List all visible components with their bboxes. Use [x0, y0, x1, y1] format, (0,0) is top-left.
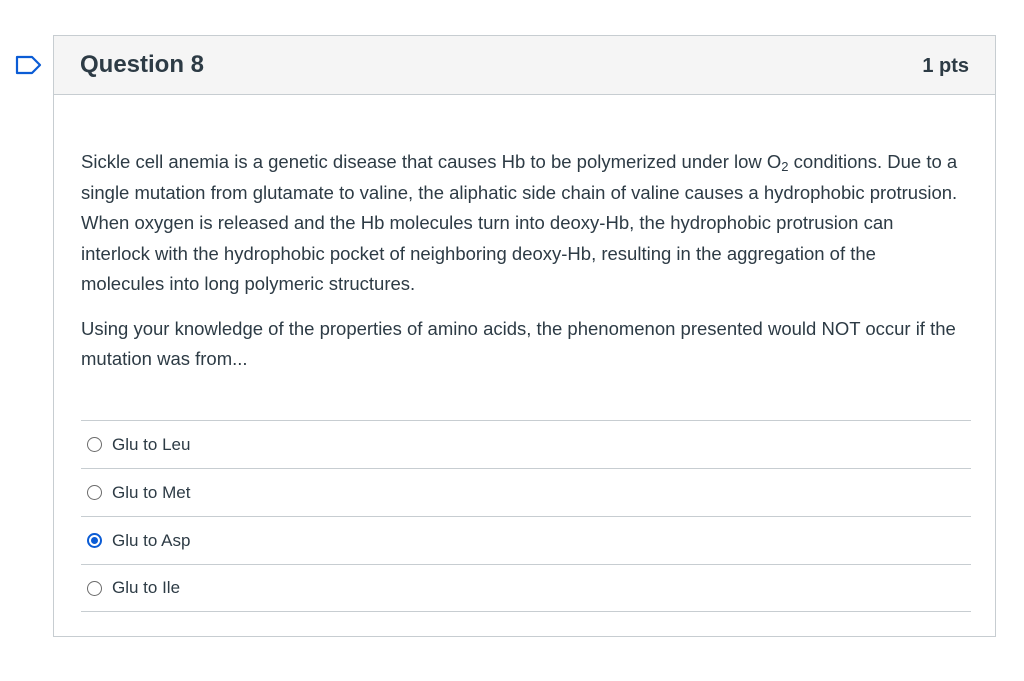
answer-option[interactable]: Glu to Met	[81, 468, 971, 516]
radio-button[interactable]	[87, 437, 102, 452]
radio-button[interactable]	[87, 580, 102, 596]
answer-label: Glu to Asp	[112, 530, 191, 550]
o2-subscript: 2	[781, 159, 789, 174]
question-card: Question 8 1 pts Sickle cell anemia is a…	[53, 35, 996, 637]
question-title: Question 8	[80, 51, 205, 78]
answer-label: Glu to Leu	[112, 434, 191, 454]
answer-option[interactable]: Glu to Asp	[81, 516, 971, 564]
question-text: Sickle cell anemia is a genetic disease …	[81, 147, 961, 389]
question-paragraph-1: Sickle cell anemia is a genetic disease …	[81, 147, 961, 300]
answer-label: Glu to Ile	[112, 578, 181, 597]
question-paragraph-2: Using your knowledge of the properties o…	[81, 317, 956, 370]
answer-option[interactable]: Glu to Ile	[81, 564, 971, 612]
answer-label: Glu to Met	[112, 482, 191, 502]
radio-button[interactable]	[87, 533, 102, 548]
radio-button[interactable]	[87, 485, 102, 500]
paragraph-1-part-a: Sickle cell anemia is a genetic disease …	[81, 151, 782, 172]
answer-option[interactable]: Glu to Leu	[81, 420, 971, 468]
question-points: 1 pts	[922, 55, 969, 77]
bookmark-flag-icon[interactable]	[15, 55, 43, 75]
question-header: Question 8 1 pts	[54, 36, 995, 95]
answer-list: Glu to Leu Glu to Met Glu to Asp Glu to …	[81, 420, 971, 612]
paragraph-1-part-b: conditions. Due to a single mutation fro…	[81, 151, 958, 294]
